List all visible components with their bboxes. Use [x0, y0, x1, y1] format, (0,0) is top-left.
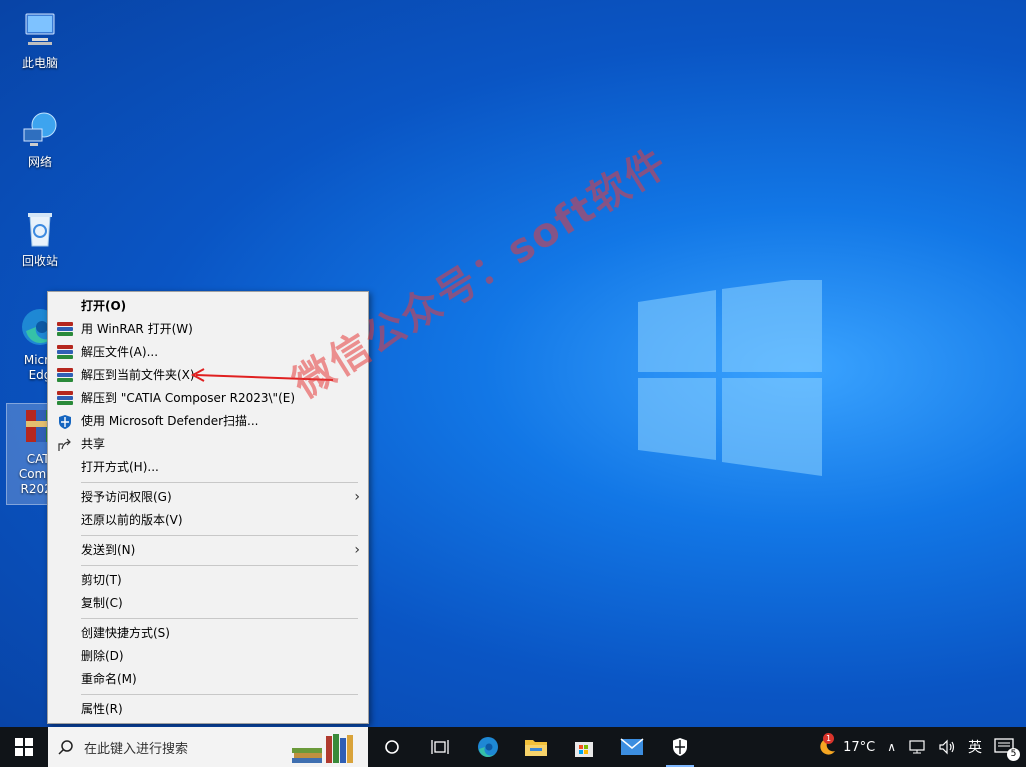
taskbar-search-box[interactable]: 在此键入进行搜索: [48, 727, 368, 767]
winrar-icon: [57, 322, 73, 338]
weather-temp: 17°C: [843, 739, 876, 755]
chevron-up-icon: ∧: [887, 740, 896, 754]
search-icon: [58, 740, 73, 755]
windows-wallpaper-logo: [638, 280, 822, 476]
chevron-right-icon: ›: [354, 542, 360, 558]
menu-item-label: 剪切(T): [81, 573, 122, 587]
share-icon: [58, 438, 71, 451]
menu-item-label: 共享: [81, 437, 106, 451]
menu-item-extract-files[interactable]: 解压文件(A)...: [48, 341, 368, 364]
desktop-icon-recycle-bin[interactable]: 回收站: [6, 206, 74, 269]
menu-item-restore-versions[interactable]: 还原以前的版本(V): [48, 509, 368, 532]
menu-item-copy[interactable]: 复制(C): [48, 592, 368, 615]
menu-item-rename[interactable]: 重命名(M): [48, 668, 368, 691]
menu-item-label: 属性(R): [81, 702, 123, 716]
network-icon: [23, 112, 57, 146]
menu-item-extract-to-folder[interactable]: 解压到 "CATIA Composer R2023\"(E): [48, 387, 368, 410]
menu-item-properties[interactable]: 属性(R): [48, 698, 368, 721]
menu-item-share[interactable]: 共享: [48, 433, 368, 456]
this-pc-icon: [25, 13, 55, 45]
search-placeholder: 在此键入进行搜索: [84, 741, 189, 757]
winrar-icon: [57, 368, 73, 384]
menu-item-label: 还原以前的版本(V): [81, 513, 183, 527]
store-icon: [575, 742, 593, 757]
menu-item-give-access[interactable]: 授予访问权限(G) ›: [48, 486, 368, 509]
input-method-button[interactable]: 英: [962, 737, 988, 757]
desktop-icon-network[interactable]: 网络: [6, 107, 74, 170]
menu-item-cut[interactable]: 剪切(T): [48, 569, 368, 592]
security-icon: [673, 738, 687, 756]
menu-item-delete[interactable]: 删除(D): [48, 645, 368, 668]
cortana-button[interactable]: [368, 727, 416, 767]
recycle-bin-icon: [28, 213, 52, 247]
menu-item-label: 授予访问权限(G): [81, 490, 172, 504]
volume-button[interactable]: [932, 739, 962, 755]
menu-item-defender-scan[interactable]: 使用 Microsoft Defender扫描...: [48, 410, 368, 433]
defender-shield-icon: [59, 415, 71, 429]
menu-separator: [81, 694, 358, 695]
desktop-icon-label: 网络: [27, 155, 52, 169]
menu-item-label: 解压到当前文件夹(X): [81, 368, 195, 382]
menu-item-label: 创建快捷方式(S): [81, 626, 170, 640]
menu-item-label: 删除(D): [81, 649, 124, 663]
mail-icon: [620, 738, 644, 755]
menu-item-label: 重命名(M): [81, 672, 137, 686]
network-tray-icon: [909, 740, 925, 754]
menu-item-label: 解压到 "CATIA Composer R2023\"(E): [81, 391, 296, 405]
taskbar-store[interactable]: [560, 727, 608, 767]
menu-separator: [81, 535, 358, 536]
context-menu: 打开(O) 用 WinRAR 打开(W) 解压文件(A)... 解压到当前文件夹…: [47, 291, 369, 724]
notification-count-badge: 5: [1007, 748, 1020, 761]
menu-item-label: 使用 Microsoft Defender扫描...: [81, 414, 259, 428]
menu-item-label: 发送到(N): [81, 543, 136, 557]
menu-item-open-with-winrar[interactable]: 用 WinRAR 打开(W): [48, 318, 368, 341]
task-view-icon: [431, 740, 449, 754]
desktop-icon-this-pc[interactable]: 此电脑: [6, 8, 74, 71]
taskbar-edge[interactable]: [464, 727, 512, 767]
taskbar-file-explorer[interactable]: [512, 727, 560, 767]
taskbar: 在此键入进行搜索 1 17°C ∧ 英 5: [0, 727, 1026, 767]
menu-item-label: 用 WinRAR 打开(W): [81, 322, 193, 336]
taskbar-mail[interactable]: [608, 727, 656, 767]
weather-badge: 1: [823, 733, 835, 744]
menu-item-label: 打开(O): [81, 299, 127, 313]
weather-widget[interactable]: 1 17°C: [811, 733, 881, 757]
notification-center-button[interactable]: 5: [988, 738, 1026, 761]
windows-start-icon: [15, 738, 33, 756]
file-explorer-icon: [525, 740, 547, 756]
chevron-right-icon: ›: [354, 489, 360, 505]
taskbar-security[interactable]: [656, 727, 704, 767]
edge-taskbar-icon: [478, 737, 498, 757]
menu-item-open-with[interactable]: 打开方式(H)...: [48, 456, 368, 479]
system-tray: 1 17°C ∧ 英 5: [811, 727, 1026, 767]
network-tray-button[interactable]: [902, 739, 932, 755]
menu-separator: [81, 565, 358, 566]
cortana-icon: [385, 740, 399, 754]
menu-separator: [81, 618, 358, 619]
annotation-arrow: [190, 368, 334, 382]
winrar-icon: [57, 391, 73, 407]
winrar-icon: [57, 345, 73, 361]
start-button[interactable]: [0, 727, 48, 767]
tray-overflow-button[interactable]: ∧: [881, 740, 902, 754]
task-view-button[interactable]: [416, 727, 464, 767]
menu-item-label: 复制(C): [81, 596, 123, 610]
desktop-icon-label: 此电脑: [21, 56, 58, 70]
menu-item-label: 解压文件(A)...: [81, 345, 159, 359]
books-illustration-icon: [292, 734, 353, 763]
menu-item-create-shortcut[interactable]: 创建快捷方式(S): [48, 622, 368, 645]
ime-label: 英: [968, 740, 982, 756]
menu-item-send-to[interactable]: 发送到(N) ›: [48, 539, 368, 562]
desktop-icon-label: 回收站: [21, 254, 58, 268]
menu-separator: [81, 482, 358, 483]
volume-icon: [939, 739, 955, 755]
menu-item-open[interactable]: 打开(O): [48, 295, 368, 318]
menu-item-label: 打开方式(H)...: [81, 460, 159, 474]
